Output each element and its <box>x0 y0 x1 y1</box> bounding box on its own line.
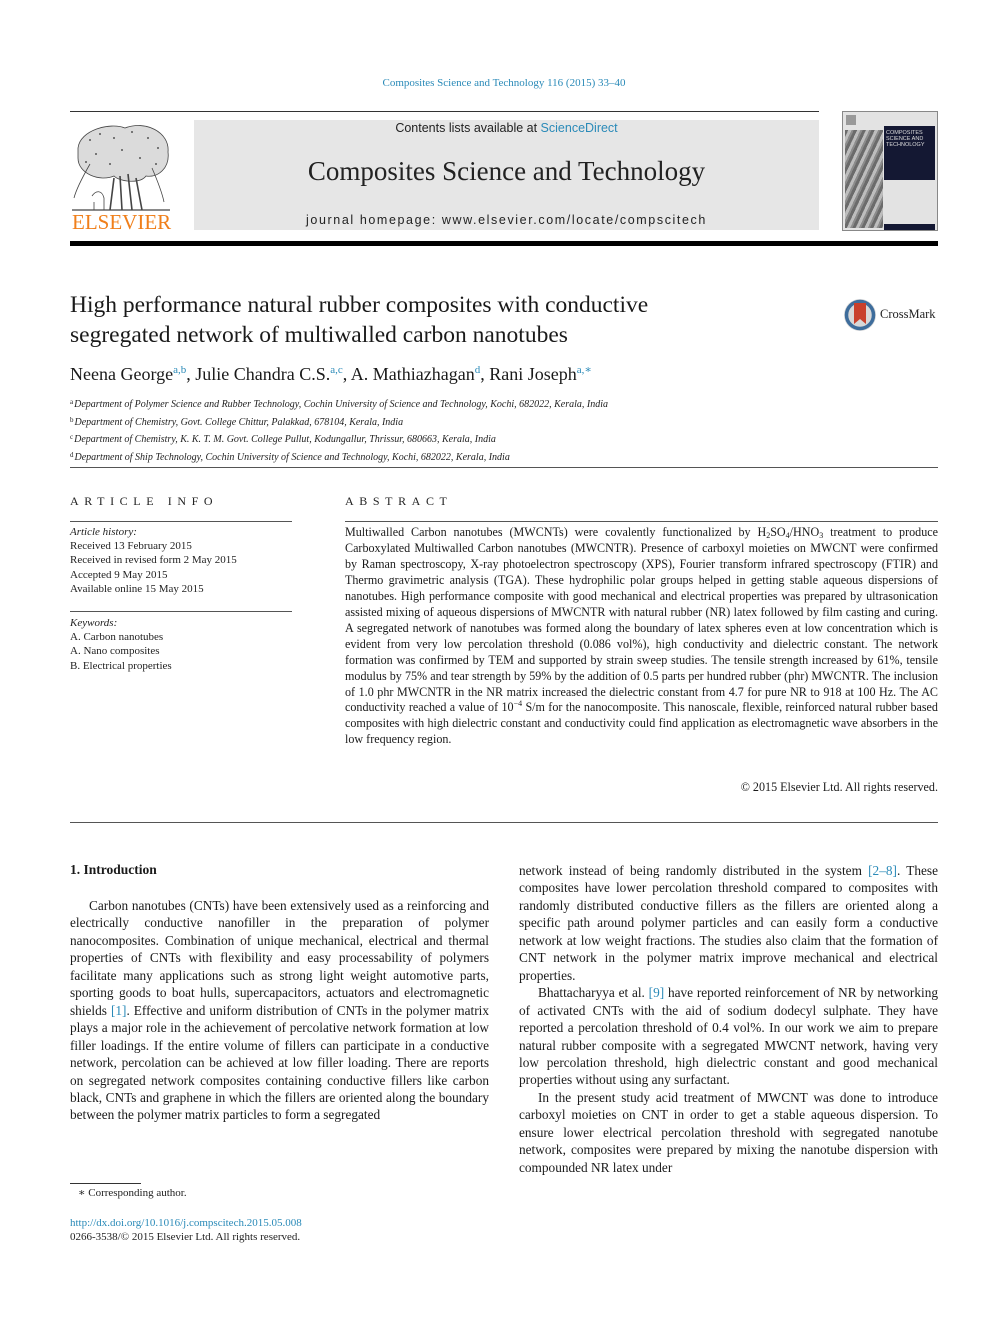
journal-cover-thumbnail[interactable]: COMPOSITES SCIENCE AND TECHNOLOGY <box>842 111 938 231</box>
journal-homepage-link[interactable]: journal homepage: www.elsevier.com/locat… <box>194 213 819 227</box>
affiliation-key: d <box>70 450 74 459</box>
abstract-text: SO <box>770 525 786 539</box>
keywords-label: Keywords: <box>70 617 118 629</box>
author-affiliation-marker[interactable]: a,∗ <box>577 364 592 376</box>
reference-link[interactable]: [2–8] <box>868 863 897 878</box>
sciencedirect-link[interactable]: ScienceDirect <box>541 121 618 135</box>
article-history: Article history: Received 13 February 20… <box>70 525 237 596</box>
abstract-text: treatment to produce Carboxylated Multiw… <box>345 525 938 715</box>
article-history-label: Article history: <box>70 526 137 538</box>
corresponding-author-footnote: ∗ Corresponding author. <box>78 1187 187 1199</box>
paragraph-text: . Effective and uniform distribution of … <box>70 1002 489 1123</box>
affiliation-text: Department of Chemistry, Govt. College C… <box>74 416 404 428</box>
affiliation-text: Department of Chemistry, K. K. T. M. Gov… <box>74 434 496 446</box>
author-separator: , <box>186 364 196 384</box>
history-item: Available online 15 May 2015 <box>70 582 204 595</box>
affiliation-item: bDepartment of Chemistry, Govt. College … <box>70 413 608 431</box>
author-separator: , <box>342 364 351 384</box>
paragraph-text: network instead of being randomly distri… <box>519 863 869 878</box>
cover-photo <box>845 130 883 228</box>
abstract-text: Multiwalled Carbon nanotubes (MWCNTs) we… <box>345 525 767 539</box>
paragraph: In the present study acid treatment of M… <box>519 1089 938 1175</box>
paragraph: network instead of being randomly distri… <box>519 862 938 984</box>
keyword-item: A. Carbon nanotubes <box>70 631 164 644</box>
superscript: −4 <box>513 699 523 709</box>
keywords-rule <box>70 611 292 612</box>
article-title-line-1: High performance natural rubber composit… <box>70 292 649 318</box>
affiliation-key: a <box>70 398 74 406</box>
affiliation-key: c <box>70 433 74 442</box>
cover-footer-band <box>884 224 935 230</box>
header-rule <box>70 111 819 112</box>
affiliation-item: cDepartment of Chemistry, K. K. T. M. Go… <box>70 430 608 448</box>
header-thick-rule <box>70 241 938 246</box>
author-separator: , <box>480 364 490 384</box>
affiliation-text: Department of Ship Technology, Cochin Un… <box>74 451 510 463</box>
abstract-body: Multiwalled Carbon nanotubes (MWCNTs) we… <box>345 525 938 748</box>
history-item: Received 13 February 2015 <box>70 540 192 553</box>
doi-link[interactable]: http://dx.doi.org/10.1016/j.compscitech.… <box>70 1217 302 1229</box>
article-info-rule <box>70 521 292 522</box>
contents-line: Contents lists available at ScienceDirec… <box>194 121 819 135</box>
body-column-left: Carbon nanotubes (CNTs) have been extens… <box>70 897 489 1124</box>
section-divider <box>70 467 938 468</box>
issn-copyright: 0266-3538/© 2015 Elsevier Ltd. All right… <box>70 1231 301 1243</box>
abstract-text: /HNO <box>789 525 820 539</box>
journal-title: Composites Science and Technology <box>307 156 706 186</box>
author-affiliation-marker[interactable]: a,b <box>173 364 186 376</box>
article-info-heading: ARTICLE INFO <box>70 494 219 508</box>
abstract-heading: ABSTRACT <box>345 494 453 508</box>
article-title: High performance natural rubber composit… <box>70 290 790 350</box>
paragraph: Bhattacharyya et al. [9] have reported r… <box>519 984 938 1089</box>
crossmark-icon[interactable] <box>843 298 877 332</box>
affiliation-list: aDepartment of Polymer Science and Rubbe… <box>70 395 608 465</box>
author-name[interactable]: Neena George <box>70 364 173 384</box>
affiliation-text: Department of Polymer Science and Rubber… <box>74 399 609 410</box>
keywords: Keywords: A. Carbon nanotubes A. Nano co… <box>70 616 172 673</box>
author-affiliation-marker[interactable]: a,c <box>330 364 343 376</box>
article-title-line-2: segregated network of multiwalled carbon… <box>70 322 568 348</box>
history-item: Received in revised form 2 May 2015 <box>70 554 237 567</box>
paragraph-text: . These composites have lower percolatio… <box>519 863 938 983</box>
cover-publisher-logo-icon <box>846 115 856 125</box>
author-name[interactable]: Julie Chandra C.S. <box>195 364 330 384</box>
reference-link[interactable]: [1] <box>111 1003 127 1018</box>
contents-prefix: Contents lists available at <box>395 121 541 135</box>
cover-title: COMPOSITES SCIENCE AND TECHNOLOGY <box>886 130 925 148</box>
reference-link[interactable]: [9] <box>649 985 665 1000</box>
paragraph-text: Carbon nanotubes (CNTs) have been extens… <box>70 898 489 1018</box>
affiliation-item: dDepartment of Ship Technology, Cochin U… <box>70 448 608 466</box>
author-name[interactable]: Rani Joseph <box>489 364 577 384</box>
keyword-item: A. Nano composites <box>70 645 160 658</box>
abstract-copyright: © 2015 Elsevier Ltd. All rights reserved… <box>740 780 938 794</box>
journal-citation-link[interactable]: Composites Science and Technology 116 (2… <box>0 77 992 89</box>
affiliation-item: aDepartment of Polymer Science and Rubbe… <box>70 395 608 413</box>
author-name[interactable]: A. Mathiazhagan <box>351 364 475 384</box>
introduction-heading: 1. Introduction <box>70 862 157 877</box>
affiliation-key: b <box>70 415 74 424</box>
body-divider <box>70 822 938 823</box>
abstract-rule <box>345 521 938 522</box>
paragraph: Carbon nanotubes (CNTs) have been extens… <box>70 897 489 1124</box>
crossmark-label[interactable]: CrossMark <box>880 307 936 322</box>
author-list: Neena Georgea,b, Julie Chandra C.S.a,c, … <box>70 363 592 385</box>
elsevier-wordmark: ELSEVIER <box>72 210 172 234</box>
paragraph-text: have reported reinforcement of NR by net… <box>519 985 938 1088</box>
footnote-rule <box>70 1183 141 1184</box>
body-column-right: network instead of being randomly distri… <box>519 862 938 1176</box>
paragraph-text: Bhattacharyya et al. <box>538 985 649 1001</box>
keyword-item: B. Electrical properties <box>70 659 172 672</box>
history-item: Accepted 9 May 2015 <box>70 568 168 581</box>
